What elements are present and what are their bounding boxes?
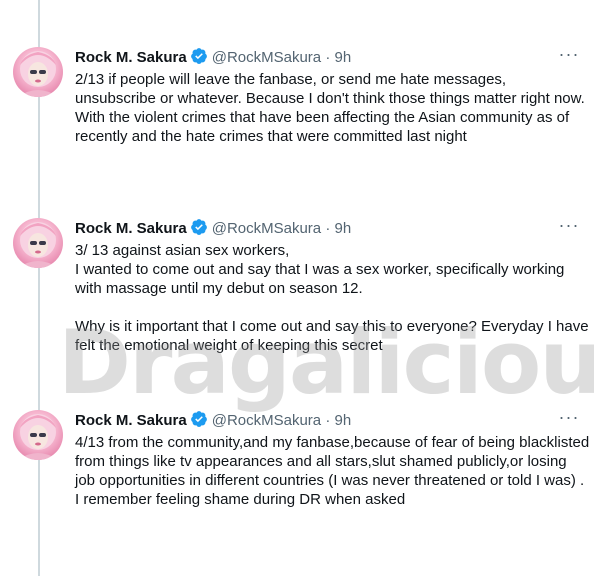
- tweet-header: Rock M. Sakura @RockMSakura · 9h: [75, 47, 351, 67]
- tweet-text: 2/13 if people will leave the fanbase, o…: [75, 70, 590, 146]
- timestamp[interactable]: 9h: [335, 412, 352, 429]
- display-name[interactable]: Rock M. Sakura: [75, 49, 187, 66]
- tweet-header: Rock M. Sakura @RockMSakura · 9h: [75, 410, 351, 430]
- display-name[interactable]: Rock M. Sakura: [75, 412, 187, 429]
- user-handle[interactable]: @RockMSakura: [212, 220, 321, 237]
- display-name[interactable]: Rock M. Sakura: [75, 220, 187, 237]
- avatar-portrait-icon: [18, 222, 58, 268]
- verified-badge-icon: [190, 218, 208, 242]
- tweet-text: 4/13 from the community,and my fanbase,b…: [75, 433, 590, 509]
- timestamp[interactable]: 9h: [335, 49, 352, 66]
- user-handle[interactable]: @RockMSakura: [212, 49, 321, 66]
- tweet-header: Rock M. Sakura @RockMSakura · 9h: [75, 218, 351, 238]
- verified-badge-icon: [190, 410, 208, 434]
- tweet-paragraph: Why is it important that I come out and …: [75, 318, 589, 354]
- tweet-paragraph: With the violent crimes that have been a…: [75, 109, 570, 145]
- timestamp[interactable]: 9h: [335, 220, 352, 237]
- tweet-paragraph: I wanted to come out and say that I was …: [75, 261, 565, 297]
- more-options-icon[interactable]: ···: [558, 45, 580, 67]
- verified-badge-icon: [190, 47, 208, 71]
- tweet-paragraph: 3/ 13 against asian sex workers,: [75, 242, 290, 259]
- separator-dot: ·: [325, 49, 331, 66]
- avatar[interactable]: [13, 47, 63, 97]
- tweet-text: 3/ 13 against asian sex workers, I wante…: [75, 241, 590, 355]
- avatar-portrait-icon: [18, 414, 58, 460]
- more-options-icon[interactable]: ···: [558, 408, 580, 430]
- more-options-icon[interactable]: ···: [558, 216, 580, 238]
- avatar[interactable]: [13, 218, 63, 268]
- user-handle[interactable]: @RockMSakura: [212, 412, 321, 429]
- separator-dot: ·: [325, 412, 331, 429]
- avatar[interactable]: [13, 410, 63, 460]
- avatar-portrait-icon: [18, 51, 58, 97]
- separator-dot: ·: [325, 220, 331, 237]
- tweet-paragraph: 2/13 if people will leave the fanbase, o…: [75, 71, 585, 107]
- tweet-paragraph: 4/13 from the community,and my fanbase,b…: [75, 434, 590, 508]
